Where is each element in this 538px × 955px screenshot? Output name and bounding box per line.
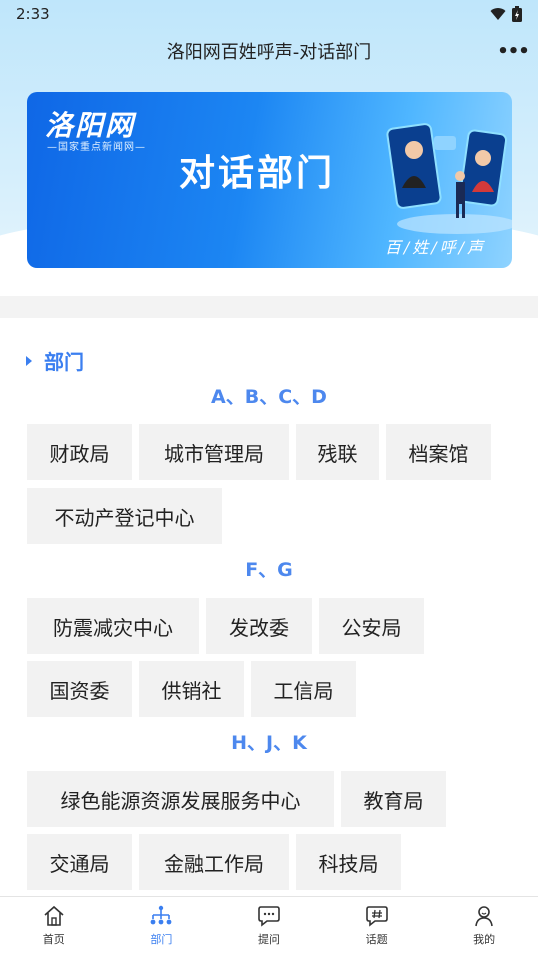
dialogue-illustration: [386, 123, 512, 234]
section-title: 部门: [44, 350, 84, 374]
tab-home[interactable]: 首页: [0, 897, 108, 955]
department-chip[interactable]: 教育局: [341, 771, 446, 827]
tab-label: 首页: [42, 933, 65, 946]
tab-label: 我的: [473, 933, 496, 946]
banner[interactable]: 洛阳网 —国家重点新闻网— 对话部门 百/姓/呼/声: [27, 92, 512, 268]
tab-ask[interactable]: 提问: [215, 897, 323, 955]
tab-topics[interactable]: 话题: [323, 897, 431, 955]
department-chip[interactable]: 国资委: [27, 661, 132, 717]
bottom-tab-bar: 首页 部门 提问 话题 我的: [0, 896, 538, 955]
banner-title: 对话部门: [179, 153, 336, 194]
letter-group-heading: H、J、K: [231, 732, 307, 754]
page-title: 洛阳网百姓呼声-对话部门: [166, 42, 372, 63]
status-time: 2:33: [16, 5, 50, 23]
department-chip[interactable]: 金融工作局: [139, 834, 289, 890]
department-chip[interactable]: 防震减灾中心: [27, 598, 199, 654]
department-chip[interactable]: 公安局: [319, 598, 424, 654]
user-icon: [475, 906, 493, 927]
wifi-icon: [490, 8, 506, 20]
status-bar: 2:33: [0, 0, 538, 28]
department-chip[interactable]: 发改委: [206, 598, 312, 654]
org-chart-icon: [150, 905, 172, 925]
section-divider: [0, 296, 538, 318]
department-chip[interactable]: 残联: [296, 424, 379, 480]
more-options-button[interactable]: •••: [497, 40, 530, 62]
hashtag-bubble-icon: [365, 906, 388, 927]
tab-label: 话题: [365, 933, 388, 946]
banner-slogan: 百/姓/呼/声: [384, 238, 486, 257]
department-chip[interactable]: 城市管理局: [139, 424, 289, 480]
department-chip[interactable]: 供销社: [139, 661, 244, 717]
battery-icon: [512, 6, 522, 22]
tab-label: 提问: [257, 933, 280, 946]
department-chip[interactable]: 工信局: [251, 661, 356, 717]
letter-group-heading: F、G: [245, 559, 293, 581]
caret-right-icon: [26, 355, 32, 366]
department-chip[interactable]: 财政局: [27, 424, 132, 480]
tab-label: 部门: [150, 933, 173, 946]
department-chip[interactable]: 不动产登记中心: [27, 488, 222, 544]
tab-me[interactable]: 我的: [430, 897, 538, 955]
tab-departments[interactable]: 部门: [108, 897, 216, 955]
home-icon: [44, 905, 64, 926]
department-chip[interactable]: 科技局: [296, 834, 401, 890]
department-chip[interactable]: 绿色能源资源发展服务中心: [27, 771, 334, 827]
banner-subtitle: —国家重点新闻网—: [47, 142, 146, 153]
letter-group-heading: A、B、C、D: [211, 386, 327, 408]
department-chip[interactable]: 档案馆: [386, 424, 491, 480]
chat-bubble-icon: [258, 906, 280, 927]
section-header: 部门: [26, 346, 84, 375]
app-bar: 洛阳网百姓呼声-对话部门 •••: [0, 28, 538, 74]
department-chip[interactable]: 交通局: [27, 834, 132, 890]
